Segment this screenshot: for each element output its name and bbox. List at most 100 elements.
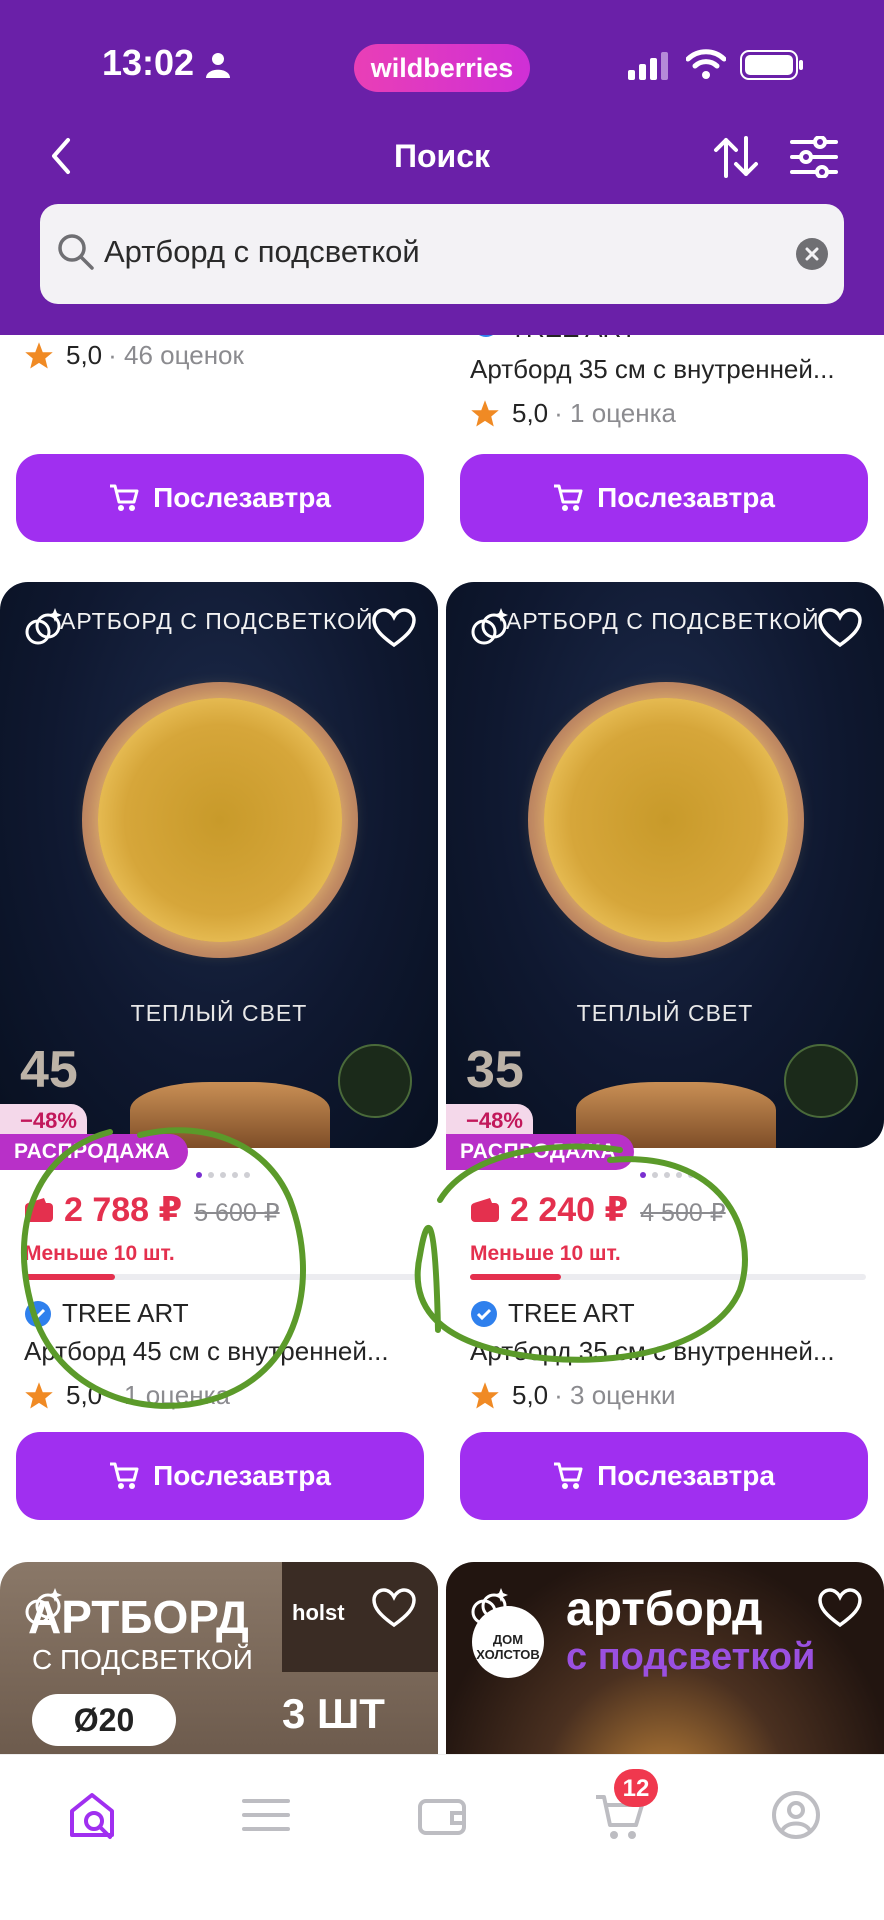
sale-badge: РАСПРОДАЖА bbox=[0, 1134, 189, 1170]
photo-pager bbox=[640, 1172, 694, 1178]
person-icon bbox=[206, 53, 230, 78]
photo-title: АРТБОРД С ПОДСВЕТКОЙ bbox=[506, 608, 820, 634]
star-icon bbox=[25, 1381, 53, 1408]
wallet-icon[interactable] bbox=[412, 1785, 472, 1845]
wallet-icon bbox=[471, 1198, 499, 1222]
current-price: 2 240 ₽ bbox=[510, 1191, 629, 1229]
status-time: 13:02 bbox=[102, 42, 195, 83]
delivery-cart-button[interactable]: Послезавтра bbox=[16, 454, 424, 542]
rating: 5,0 · 1 оценка bbox=[470, 398, 676, 429]
star-icon bbox=[471, 399, 499, 426]
tree-logo bbox=[338, 1044, 412, 1118]
search-query: Артборд с подсветкой bbox=[104, 234, 420, 269]
stock-bar bbox=[24, 1274, 420, 1280]
moon-light bbox=[98, 698, 342, 942]
price-block: 2 788 ₽ 5 600 ₽ bbox=[24, 1190, 280, 1230]
battery-icon bbox=[740, 50, 803, 80]
photo-size: 35 bbox=[466, 1041, 524, 1099]
cellular-signal-icon bbox=[628, 52, 668, 80]
stock-bar-fill bbox=[470, 1274, 562, 1280]
heart-icon[interactable] bbox=[818, 1588, 862, 1628]
cart-icon bbox=[554, 484, 583, 511]
rings-icon[interactable] bbox=[22, 1586, 66, 1630]
reviews-count: · 46 оценок bbox=[108, 340, 244, 370]
profile-icon[interactable] bbox=[766, 1785, 826, 1845]
cart-badge: 12 bbox=[614, 1769, 658, 1807]
delivery-cart-button[interactable]: Послезавтра bbox=[16, 1432, 424, 1520]
rating: 5,0 · 1 оценка bbox=[24, 1380, 230, 1411]
discount-badge: −48% bbox=[446, 1104, 533, 1138]
cart-icon bbox=[110, 484, 139, 511]
sale-badge: РАСПРОДАЖА bbox=[446, 1134, 635, 1170]
filter-icon[interactable] bbox=[790, 136, 838, 178]
reviews-count: · 1 оценка bbox=[554, 398, 677, 428]
rating-score: 5,0 bbox=[66, 340, 103, 370]
product-photo[interactable]: АРТБОРД С ПОДСВЕТКОЙ holst Ø20 3 ШТ bbox=[0, 1562, 438, 1762]
stock-bar bbox=[470, 1274, 866, 1280]
rating: 5,0 · 46 оценок bbox=[24, 340, 244, 371]
rating-score: 5,0 bbox=[66, 1380, 103, 1410]
rating-score: 5,0 bbox=[512, 398, 549, 428]
old-price: 4 500 ₽ bbox=[640, 1199, 726, 1227]
delivery-label: Послезавтра bbox=[597, 482, 775, 513]
rings-icon[interactable] bbox=[468, 606, 512, 650]
product-photo[interactable]: ДОМ ХОЛСТОВ артборд с подсветкой bbox=[446, 1562, 884, 1762]
current-price: 2 788 ₽ bbox=[64, 1191, 183, 1229]
diameter-label: Ø20 bbox=[32, 1694, 176, 1746]
brand-name[interactable]: TREE ART bbox=[470, 1298, 635, 1329]
rating: 5,0 · 3 оценки bbox=[470, 1380, 676, 1411]
app-header: 13:02 wildberries Поиск Артборд с подсве… bbox=[0, 0, 884, 335]
home-search-icon[interactable] bbox=[64, 1785, 124, 1845]
delivery-cart-button[interactable]: Послезавтра bbox=[460, 454, 868, 542]
price-block: 2 240 ₽ 4 500 ₽ bbox=[470, 1190, 726, 1230]
product-name[interactable]: Артборд 35 см с внутренней... bbox=[470, 354, 870, 385]
photo-subtitle: ТЕПЛЫЙ СВЕТ bbox=[576, 1000, 754, 1026]
wallet-icon bbox=[25, 1198, 53, 1222]
menu-icon[interactable] bbox=[236, 1785, 296, 1845]
moon-light bbox=[544, 698, 788, 942]
delivery-label: Послезавтра bbox=[153, 1460, 331, 1491]
search-input[interactable]: Артборд с подсветкой bbox=[40, 204, 844, 304]
heart-icon[interactable] bbox=[372, 608, 416, 648]
quantity-label: 3 ШТ bbox=[282, 1690, 385, 1737]
stock-label: Меньше 10 шт. bbox=[470, 1242, 621, 1265]
tree-logo bbox=[784, 1044, 858, 1118]
star-icon bbox=[471, 1381, 499, 1408]
cart-icon bbox=[110, 1462, 139, 1489]
photo-subtitle: с подсветкой bbox=[566, 1636, 816, 1678]
sort-icon[interactable] bbox=[712, 134, 760, 180]
verified-check-icon bbox=[471, 1300, 497, 1327]
delivery-label: Послезавтра bbox=[153, 482, 331, 513]
cart-icon bbox=[554, 1462, 583, 1489]
product-name[interactable]: Артборд 45 см с внутренней... bbox=[24, 1336, 424, 1367]
verified-check-icon bbox=[25, 1300, 51, 1327]
brand-label: TREE ART bbox=[508, 1298, 635, 1328]
brand-name[interactable]: TREE ART bbox=[24, 1298, 189, 1329]
bottom-navigation: 12 bbox=[0, 1754, 884, 1920]
wifi-icon bbox=[686, 49, 726, 79]
clear-search-button[interactable] bbox=[796, 238, 828, 270]
product-photo[interactable]: АРТБОРД С ПОДСВЕТКОЙ ТЕПЛЫЙ СВЕТ 45 bbox=[0, 582, 438, 1148]
rings-icon[interactable] bbox=[22, 606, 66, 650]
close-icon bbox=[805, 247, 819, 261]
stock-label: Меньше 10 шт. bbox=[24, 1242, 175, 1265]
product-photo[interactable]: АРТБОРД С ПОДСВЕТКОЙ ТЕПЛЫЙ СВЕТ 35 bbox=[446, 582, 884, 1148]
stock-bar-fill bbox=[24, 1274, 116, 1280]
rings-icon[interactable] bbox=[468, 1586, 512, 1630]
heart-icon[interactable] bbox=[372, 1588, 416, 1628]
rating-score: 5,0 bbox=[512, 1380, 549, 1410]
delivery-label: Послезавтра bbox=[597, 1460, 775, 1491]
photo-title: АРТБОРД С ПОДСВЕТКОЙ bbox=[60, 608, 374, 634]
star-icon bbox=[25, 341, 53, 368]
reviews-count: · 1 оценка bbox=[108, 1380, 231, 1410]
photo-subtitle: С ПОДСВЕТКОЙ bbox=[32, 1644, 253, 1675]
photo-size: 45 bbox=[20, 1041, 78, 1099]
heart-icon[interactable] bbox=[818, 608, 862, 648]
old-price: 5 600 ₽ bbox=[194, 1199, 280, 1227]
photo-pager bbox=[196, 1172, 250, 1178]
product-name[interactable]: Артборд 35 см с внутренней... bbox=[470, 1336, 870, 1367]
delivery-cart-button[interactable]: Послезавтра bbox=[460, 1432, 868, 1520]
brand-label: TREE ART bbox=[62, 1298, 189, 1328]
photo-title: артборд bbox=[566, 1583, 763, 1636]
reviews-count: · 3 оценки bbox=[554, 1380, 676, 1410]
